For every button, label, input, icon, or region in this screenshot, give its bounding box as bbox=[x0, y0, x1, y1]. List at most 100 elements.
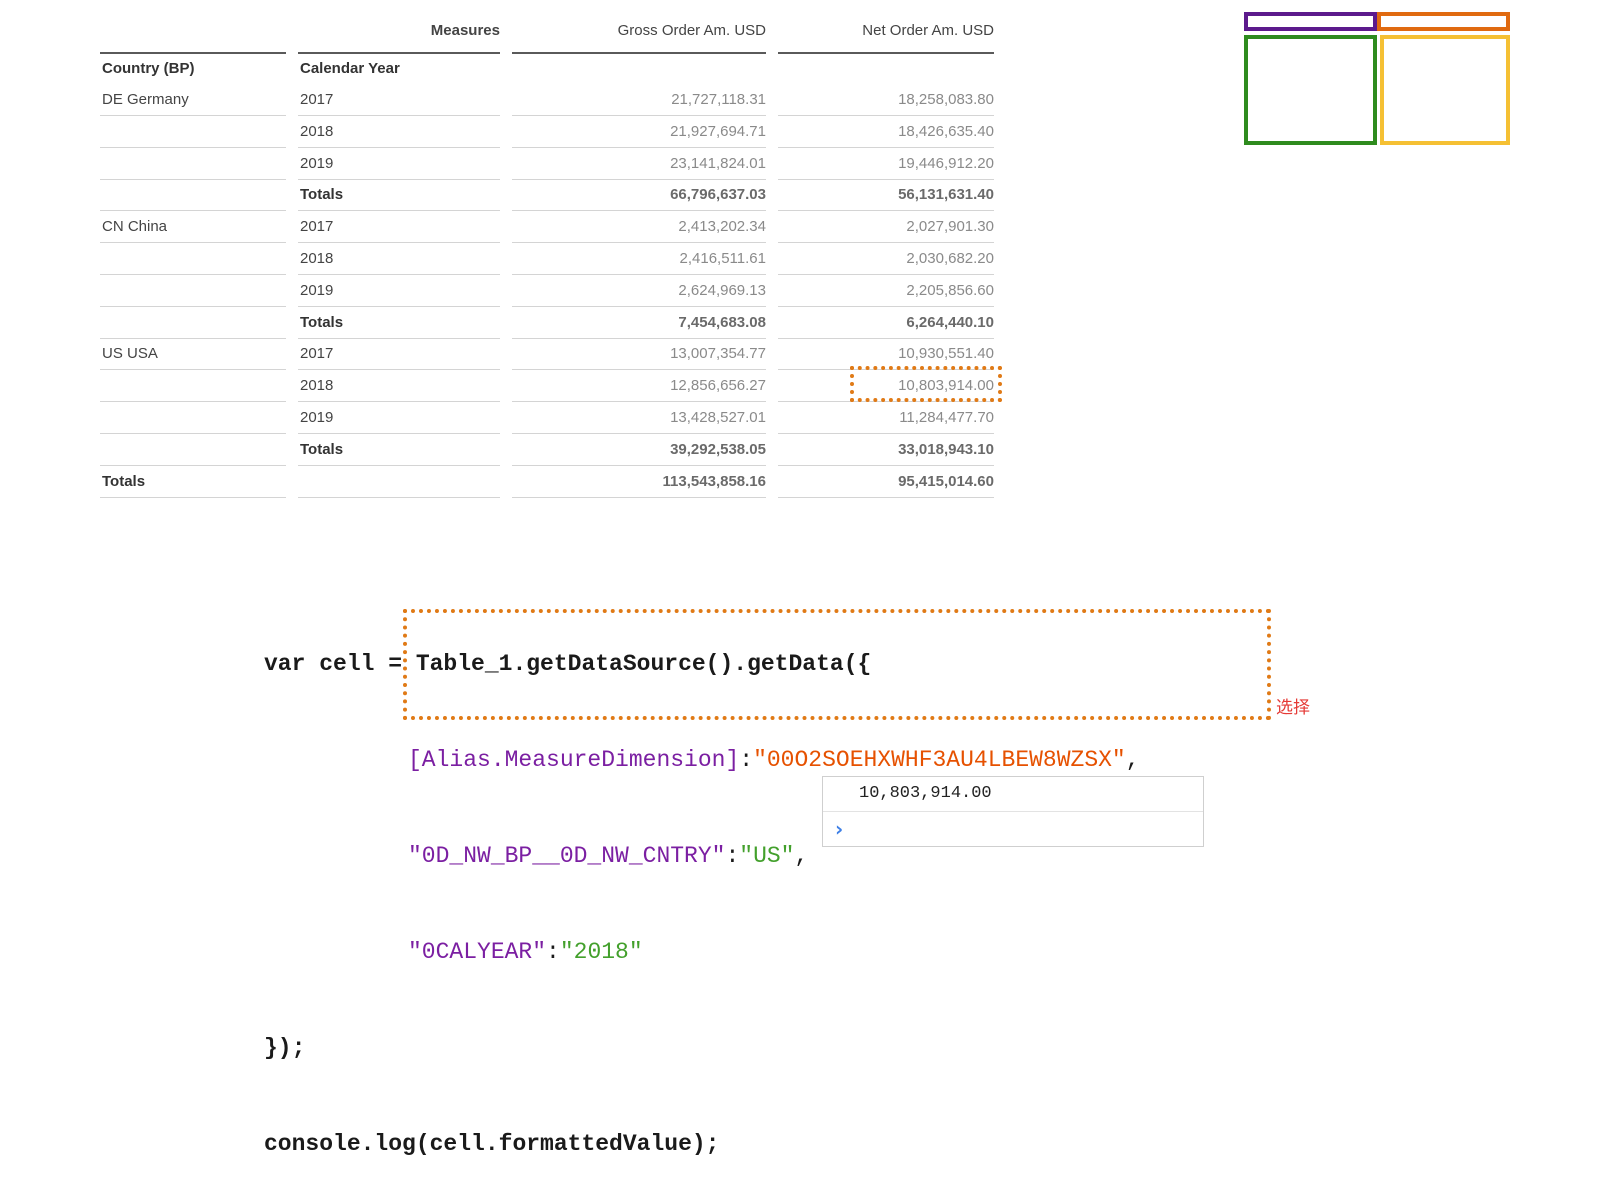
layout-top-left-box bbox=[1244, 12, 1377, 31]
country-column-header[interactable]: Country (BP) bbox=[100, 53, 286, 84]
row-divider bbox=[778, 497, 994, 498]
gross-value-cell[interactable]: 39,292,538.05 bbox=[512, 434, 766, 465]
net-value-cell[interactable]: 6,264,440.10 bbox=[778, 307, 994, 338]
net-value-cell-text: 95,415,014.60 bbox=[898, 473, 994, 490]
net-value-cell[interactable]: 2,027,901.30 bbox=[778, 211, 994, 242]
year-cell[interactable]: 2017 bbox=[298, 211, 500, 242]
console-prompt-icon[interactable]: › bbox=[823, 812, 1203, 846]
net-value-cell[interactable]: 2,030,682.20 bbox=[778, 243, 994, 274]
country-cell-text bbox=[100, 314, 102, 331]
country-cell[interactable] bbox=[100, 402, 286, 433]
year-column-header[interactable]: Calendar Year bbox=[298, 53, 500, 84]
net-value-cell[interactable]: 56,131,631.40 bbox=[778, 179, 994, 210]
year-cell-text: 2018 bbox=[300, 123, 334, 140]
year-cell-text: Totals bbox=[300, 314, 344, 331]
gross-value-cell-text: 21,927,694.71 bbox=[670, 123, 766, 140]
gross-value-cell[interactable]: 13,007,354.77 bbox=[512, 338, 766, 369]
code-line-5: }); bbox=[264, 1035, 306, 1061]
year-cell[interactable]: Totals bbox=[298, 434, 500, 465]
header-divider bbox=[512, 52, 766, 54]
year-cell[interactable]: Totals bbox=[298, 179, 500, 210]
country-cell-text bbox=[100, 441, 102, 458]
row-divider bbox=[100, 497, 286, 498]
gross-value-cell[interactable]: 21,727,118.31 bbox=[512, 84, 766, 115]
gross-value-cell[interactable]: 113,543,858.16 bbox=[512, 466, 766, 497]
year-cell[interactable]: 2019 bbox=[298, 148, 500, 179]
country-cell[interactable] bbox=[100, 275, 286, 306]
country-cell[interactable] bbox=[100, 307, 286, 338]
selection-label: 选择 bbox=[1276, 698, 1310, 717]
selection-highlight bbox=[403, 609, 1271, 720]
year-cell[interactable] bbox=[298, 466, 500, 497]
net-value-cell[interactable]: 19,446,912.20 bbox=[778, 148, 994, 179]
net-value-cell[interactable]: 2,205,856.60 bbox=[778, 275, 994, 306]
country-cell[interactable] bbox=[100, 179, 286, 210]
country-cell-text bbox=[100, 282, 102, 299]
country-cell[interactable]: US USA bbox=[100, 338, 286, 369]
country-cell[interactable] bbox=[100, 370, 286, 401]
net-value-cell-text: 33,018,943.10 bbox=[898, 441, 994, 458]
country-cell-text bbox=[100, 377, 102, 394]
console-output: 10,803,914.00 bbox=[823, 777, 1203, 812]
gross-value-cell-text: 113,543,858.16 bbox=[662, 473, 766, 490]
gross-value-cell[interactable]: 7,454,683.08 bbox=[512, 307, 766, 338]
gross-value-cell[interactable]: 23,141,824.01 bbox=[512, 148, 766, 179]
gross-value-cell-text: 23,141,824.01 bbox=[670, 155, 766, 172]
year-cell-text: 2017 bbox=[300, 345, 334, 362]
net-value-cell[interactable]: 33,018,943.10 bbox=[778, 434, 994, 465]
gross-value-cell-text: 7,454,683.08 bbox=[678, 314, 766, 331]
gross-value-cell[interactable]: 2,624,969.13 bbox=[512, 275, 766, 306]
gross-value-cell[interactable]: 66,796,637.03 bbox=[512, 179, 766, 210]
net-value-cell-text: 2,027,901.30 bbox=[906, 218, 994, 235]
country-cell[interactable]: CN China bbox=[100, 211, 286, 242]
code-line-2: [Alias.MeasureDimension]:"00O2SOEHXWHF3A… bbox=[408, 747, 1140, 773]
layout-bottom-left-box bbox=[1244, 35, 1377, 145]
gross-value-cell[interactable]: 12,856,656.27 bbox=[512, 370, 766, 401]
year-cell-text bbox=[298, 473, 300, 490]
year-cell[interactable]: 2019 bbox=[298, 275, 500, 306]
row-divider bbox=[298, 497, 500, 498]
year-cell[interactable]: 2017 bbox=[298, 84, 500, 115]
gross-value-cell[interactable]: 2,416,511.61 bbox=[512, 243, 766, 274]
country-value: "US" bbox=[739, 843, 795, 869]
gross-value-cell-text: 12,856,656.27 bbox=[670, 377, 766, 394]
gross-value-cell-text: 66,796,637.03 bbox=[670, 186, 766, 203]
country-cell[interactable] bbox=[100, 243, 286, 274]
year-dimension-key: "0CALYEAR" bbox=[408, 939, 547, 965]
gross-value-cell[interactable]: 13,428,527.01 bbox=[512, 402, 766, 433]
net-value-cell-text: 11,284,477.70 bbox=[899, 409, 994, 426]
net-value-cell-text: 10,930,551.40 bbox=[898, 345, 994, 362]
year-cell[interactable]: 2018 bbox=[298, 116, 500, 147]
year-cell[interactable]: 2018 bbox=[298, 370, 500, 401]
year-cell-text: Totals bbox=[300, 441, 344, 458]
gross-order-column-header[interactable]: Gross Order Am. USD bbox=[512, 22, 766, 39]
measure-dimension-key: [Alias.MeasureDimension] bbox=[408, 747, 740, 773]
country-cell[interactable] bbox=[100, 434, 286, 465]
net-value-cell[interactable]: 18,426,635.40 bbox=[778, 116, 994, 147]
gross-value-cell[interactable]: 21,927,694.71 bbox=[512, 116, 766, 147]
measure-id-value: "00O2SOEHXWHF3AU4LBEW8WZSX" bbox=[753, 747, 1126, 773]
gross-value-cell-text: 2,416,511.61 bbox=[679, 250, 766, 267]
net-value-cell-text: 18,258,083.80 bbox=[898, 91, 994, 108]
year-cell[interactable]: 2018 bbox=[298, 243, 500, 274]
net-value-cell[interactable]: 11,284,477.70 bbox=[778, 402, 994, 433]
year-cell-text: 2019 bbox=[300, 282, 334, 299]
country-dimension-key: "0D_NW_BP__0D_NW_CNTRY" bbox=[408, 843, 726, 869]
row-divider bbox=[512, 497, 766, 498]
country-cell-text: Totals bbox=[102, 473, 146, 490]
year-cell[interactable]: 2019 bbox=[298, 402, 500, 433]
net-value-cell[interactable]: 95,415,014.60 bbox=[778, 466, 994, 497]
net-value-cell-text: 56,131,631.40 bbox=[898, 186, 994, 203]
country-cell[interactable] bbox=[100, 148, 286, 179]
country-cell[interactable]: DE Germany bbox=[100, 84, 286, 115]
year-value: "2018" bbox=[559, 939, 643, 965]
code-line-6: console.log(cell.formattedValue); bbox=[264, 1131, 720, 1157]
year-cell[interactable]: Totals bbox=[298, 307, 500, 338]
net-order-column-header[interactable]: Net Order Am. USD bbox=[778, 22, 994, 39]
year-cell[interactable]: 2017 bbox=[298, 338, 500, 369]
net-value-cell[interactable]: 10,930,551.40 bbox=[778, 338, 994, 369]
gross-value-cell[interactable]: 2,413,202.34 bbox=[512, 211, 766, 242]
country-cell[interactable] bbox=[100, 116, 286, 147]
country-cell[interactable]: Totals bbox=[100, 466, 286, 497]
net-value-cell[interactable]: 18,258,083.80 bbox=[778, 84, 994, 115]
